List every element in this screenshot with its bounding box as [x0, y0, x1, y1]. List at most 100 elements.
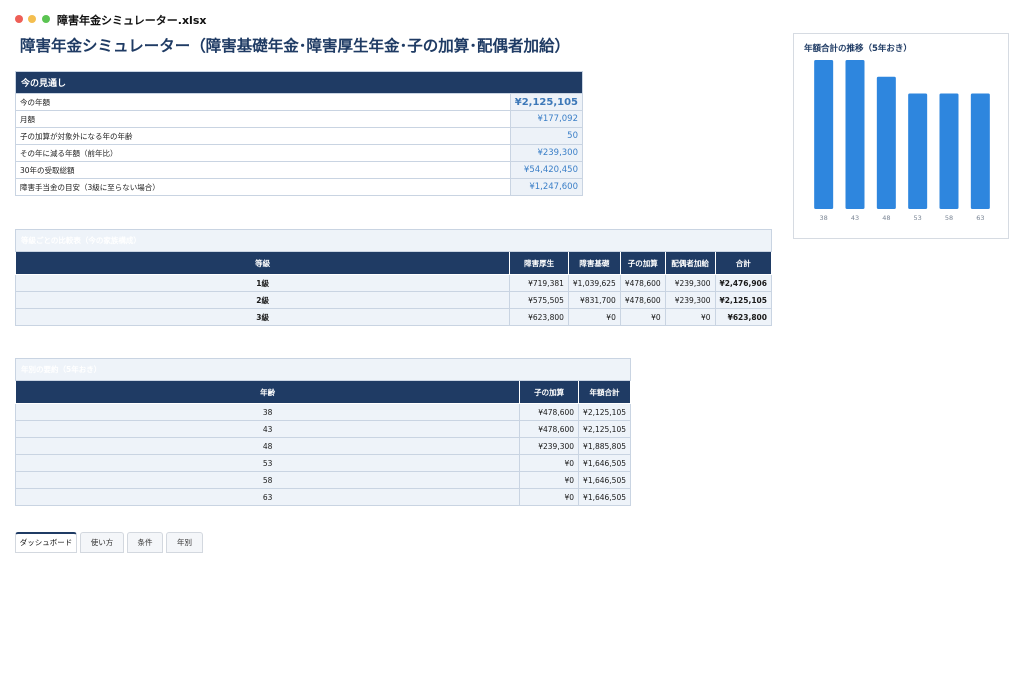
yearly-col-header[interactable]: 年額合計 — [578, 380, 631, 404]
outlook-value[interactable]: 50 — [509, 127, 584, 145]
amount-cell[interactable]: ¥1,646,505 — [578, 454, 631, 472]
outlook-value[interactable]: ¥2,125,105 — [509, 93, 584, 111]
sheet-tab-yearly[interactable]: 年別 — [166, 532, 203, 553]
chart-bar[interactable] — [814, 60, 834, 209]
outlook-label[interactable]: 障害手当金の目安（3級に至らない場合） — [15, 178, 511, 196]
amount-cell[interactable]: ¥478,600 — [619, 274, 666, 292]
chart-bar[interactable] — [845, 60, 865, 209]
amount-cell[interactable]: ¥719,381 — [509, 274, 569, 292]
amount-cell[interactable]: ¥478,600 — [519, 403, 580, 421]
grade-cell[interactable]: 1級 — [14, 274, 511, 292]
total-cell[interactable]: ¥2,476,906 — [714, 274, 773, 292]
amount-cell[interactable]: ¥0 — [519, 471, 580, 489]
amount-cell[interactable]: ¥239,300 — [664, 291, 716, 309]
page-title: 障害年金シミュレーター（障害基礎年金･障害厚生年金･子の加算･配偶者加給） — [20, 37, 570, 55]
outlook-label[interactable]: 今の年額 — [15, 93, 511, 111]
outlook-label[interactable]: その年に減る年額（前年比） — [15, 144, 511, 162]
outlook-row: 今の年額 ¥2,125,105 — [15, 93, 584, 111]
minimize-window-button[interactable] — [28, 15, 36, 23]
outlook-value[interactable]: ¥239,300 — [509, 144, 584, 162]
outlook-value[interactable]: ¥177,092 — [509, 110, 584, 128]
outlook-label[interactable]: 30年の受取総額 — [15, 161, 511, 179]
outlook-label[interactable]: 子の加算が対象外になる年の年齢 — [15, 127, 511, 145]
maximize-window-button[interactable] — [42, 15, 50, 23]
grade-header-row: 等級 障害厚生 障害基礎 子の加算 配偶者加給 合計 — [14, 251, 773, 275]
amount-cell[interactable]: ¥2,125,105 — [578, 403, 631, 421]
total-cell[interactable]: ¥623,800 — [714, 308, 773, 326]
amount-cell[interactable]: ¥0 — [619, 308, 666, 326]
age-cell[interactable]: 48 — [14, 437, 521, 455]
grade-col-header[interactable]: 障害厚生 — [509, 251, 569, 275]
outlook-title: 今の見通し — [15, 71, 583, 94]
amount-cell[interactable]: ¥239,300 — [664, 274, 716, 292]
outlook-row: 月額 ¥177,092 — [15, 110, 584, 128]
yearly-header-row: 年齢 子の加算 年額合計 — [14, 380, 631, 404]
amount-cell[interactable]: ¥0 — [519, 488, 580, 506]
window-filename: 障害年金シミュレーター.xlsx — [57, 14, 207, 27]
amount-cell[interactable]: ¥623,800 — [509, 308, 569, 326]
grade-col-header[interactable]: 配偶者加給 — [664, 251, 716, 275]
age-cell[interactable]: 63 — [14, 488, 521, 506]
grade-col-header[interactable]: 障害基礎 — [567, 251, 621, 275]
chart-bar[interactable] — [908, 93, 928, 209]
table-row: 48 ¥239,300 ¥1,885,805 — [14, 437, 631, 455]
amount-cell[interactable]: ¥1,885,805 — [578, 437, 631, 455]
yearly-col-header[interactable]: 年齢 — [14, 380, 521, 404]
table-row: 2級 ¥575,505 ¥831,700 ¥478,600 ¥239,300 ¥… — [14, 291, 773, 309]
table-row: 43 ¥478,600 ¥2,125,105 — [14, 420, 631, 438]
amount-cell[interactable]: ¥1,039,625 — [567, 274, 621, 292]
sheet-tab-usage[interactable]: 使い方 — [80, 532, 124, 553]
chart-canvas: 38 43 48 53 58 63 — [814, 60, 990, 222]
amount-cell[interactable]: ¥1,646,505 — [578, 471, 631, 489]
yearly-table-title: 年別の要約（5年おき） — [15, 358, 631, 381]
chart-x-tick-label: 38 — [820, 214, 828, 222]
age-cell[interactable]: 53 — [14, 454, 521, 472]
outlook-value[interactable]: ¥54,420,450 — [509, 161, 584, 179]
chart-x-tick-label: 58 — [945, 214, 953, 222]
outlook-table: 今の見通し 今の年額 ¥2,125,105 月額 ¥177,092 子の加算が対… — [15, 71, 584, 196]
total-cell[interactable]: ¥2,125,105 — [714, 291, 773, 309]
age-cell[interactable]: 43 — [14, 420, 521, 438]
age-cell[interactable]: 38 — [14, 403, 521, 421]
close-window-button[interactable] — [15, 15, 23, 23]
amount-cell[interactable]: ¥2,125,105 — [578, 420, 631, 438]
table-row: 3級 ¥623,800 ¥0 ¥0 ¥0 ¥623,800 — [14, 308, 773, 326]
amount-cell[interactable]: ¥0 — [519, 454, 580, 472]
amount-cell[interactable]: ¥478,600 — [519, 420, 580, 438]
grade-col-header[interactable]: 子の加算 — [619, 251, 666, 275]
chart-x-tick-label: 53 — [914, 214, 922, 222]
table-row: 63 ¥0 ¥1,646,505 — [14, 488, 631, 506]
grade-cell[interactable]: 2級 — [14, 291, 511, 309]
sheet-tab-conditions[interactable]: 条件 — [127, 532, 163, 553]
amount-cell[interactable]: ¥478,600 — [619, 291, 666, 309]
amount-cell[interactable]: ¥239,300 — [519, 437, 580, 455]
grade-cell[interactable]: 3級 — [14, 308, 511, 326]
table-row: 58 ¥0 ¥1,646,505 — [14, 471, 631, 489]
chart-bar[interactable] — [876, 76, 896, 209]
outlook-value[interactable]: ¥1,247,600 — [509, 178, 584, 196]
outlook-row: その年に減る年額（前年比） ¥239,300 — [15, 144, 584, 162]
sheet-tab-dashboard[interactable]: ダッシュボード — [15, 532, 77, 553]
amount-cell[interactable]: ¥1,646,505 — [578, 488, 631, 506]
amount-cell[interactable]: ¥0 — [567, 308, 621, 326]
age-cell[interactable]: 58 — [14, 471, 521, 489]
outlook-row: 30年の受取総額 ¥54,420,450 — [15, 161, 584, 179]
table-row: 53 ¥0 ¥1,646,505 — [14, 454, 631, 472]
chart-x-tick-label: 43 — [851, 214, 859, 222]
table-row: 38 ¥478,600 ¥2,125,105 — [14, 403, 631, 421]
grade-col-header[interactable]: 合計 — [714, 251, 773, 275]
chart-bar[interactable] — [970, 93, 990, 209]
grade-col-header[interactable]: 等級 — [14, 251, 511, 275]
annual-total-chart[interactable]: 年額合計の推移（5年おき） 38 43 48 53 58 63 — [793, 33, 1009, 239]
amount-cell[interactable]: ¥0 — [664, 308, 716, 326]
chart-x-tick-label: 63 — [976, 214, 984, 222]
amount-cell[interactable]: ¥831,700 — [567, 291, 621, 309]
outlook-row: 子の加算が対象外になる年の年齢 50 — [15, 127, 584, 145]
yearly-col-header[interactable]: 子の加算 — [519, 380, 580, 404]
amount-cell[interactable]: ¥575,505 — [509, 291, 569, 309]
outlook-label[interactable]: 月額 — [15, 110, 511, 128]
table-row: 1級 ¥719,381 ¥1,039,625 ¥478,600 ¥239,300… — [14, 274, 773, 292]
chart-bar[interactable] — [939, 93, 959, 209]
chart-x-tick-label: 48 — [882, 214, 890, 222]
grade-table-title: 等級ごとの比較表（今の家族構成） — [15, 229, 772, 252]
